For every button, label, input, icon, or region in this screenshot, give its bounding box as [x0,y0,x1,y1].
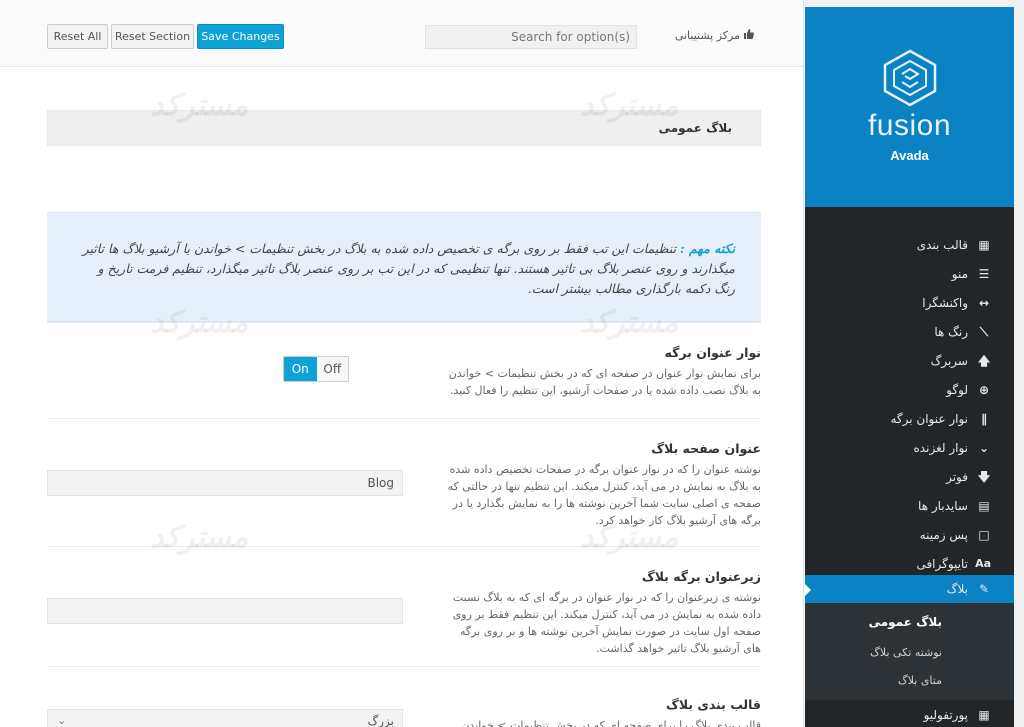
sidebar-icon: ▤ [978,499,990,513]
option-row-page-title-bar: نوار عنوان برگه برای نمایش نوار عنوان در… [47,322,761,418]
toggle-on-option[interactable]: On [284,357,317,381]
option-title: قالب بندی بلاگ [666,697,761,712]
support-center-link[interactable]: مرکز پشتیبانی [675,29,754,42]
grid-icon: ▦ [978,708,990,722]
nav-item-label: تایپوگرافی [916,557,968,571]
thumbs-up-icon [744,29,754,42]
options-panel: Reset All Reset Section Save Changes (Se… [0,0,804,727]
nav-item-footer[interactable]: 🡇 فوتر [805,463,1014,492]
option-description: نوشته عنوان را که در نوار عنوان برگه در … [447,463,761,527]
blog-subtitle-input[interactable] [47,598,403,624]
section-heading: بلاگ عمومی [47,110,761,146]
nav-item-label: رنگ ها [934,325,968,339]
nav-item-label: پورتفولیو [923,708,968,722]
product-name: Avada [890,148,929,163]
toggle-off-option[interactable]: Off [316,357,348,381]
nav-item-responsive[interactable]: ↔ واکنشگرا [805,289,1014,318]
edit-icon: ✎ [978,582,990,596]
fusion-logo-icon [883,49,937,107]
notice-text: تنظیمات این تب فقط بر روی برگه ی تخصیص د… [82,241,735,296]
option-title: نوار عنوان برگه [664,345,761,360]
support-center-label: مرکز پشتیبانی [674,29,740,42]
save-changes-button[interactable]: Save Changes [197,24,284,49]
chevron-down-icon: ⌄ [57,714,67,727]
nav-item-background[interactable]: □ پس زمینه [805,521,1014,550]
typography-icon: Aa [975,557,991,570]
option-title: زیرعنوان برگه بلاگ [641,569,761,584]
nav-item-colors[interactable]: ⟋ رنگ ها [805,318,1014,347]
blog-layout-value: بزرگ [367,714,395,727]
nav-item-blog[interactable]: ✎ بلاگ [804,575,1014,604]
nav-item-page-title-bar[interactable]: ∥ نوار عنوان برگه [805,405,1014,434]
nav-item-label: بلاگ [946,582,968,596]
submenu-item-general-blog[interactable]: بلاگ عمومی [869,615,942,629]
options-header: Reset All Reset Section Save Changes (Se… [0,0,803,67]
option-title: عنوان صفحه بلاگ [651,441,761,456]
option-description: نوشته ی زیرعنوان را که در نوار عنوان در … [452,591,761,655]
nav-item-slider[interactable]: ⌄ نوار لغزنده [805,434,1014,463]
brand-name: fusion [867,109,952,142]
nav-item-label: نوار عنوان برگه [890,412,968,426]
page-title-bar-toggle[interactable]: On Off [283,356,349,382]
submenu-item-single-post[interactable]: نوشته تکی بلاگ [870,646,942,659]
nav-item-label: لوگو [946,383,968,397]
option-description: برای نمایش نوار عنوان در صفحه ای که در ب… [448,367,761,397]
layout-icon: ▦ [978,238,990,252]
reset-all-button[interactable]: Reset All [47,24,108,49]
plus-circle-icon: ⊕ [978,383,990,397]
sliders-icon: ∥ [981,412,987,426]
reset-section-button[interactable]: Reset Section [111,24,194,49]
option-description: قالب بندی بلاگ را برای صفحه ای که در بخش… [461,719,761,727]
nav-item-layout[interactable]: ▦ قالب بندی [805,231,1014,260]
footer-arrow-icon: 🡇 [977,470,991,484]
menu-icon: ☰ [978,267,990,281]
nav-item-portfolio[interactable]: ▦ پورتفولیو [805,701,1014,727]
nav-item-label: منو [951,267,968,281]
nav-item-label: نوار لغزنده [913,441,968,455]
brush-icon: ⟋ [979,325,989,339]
nav-item-sidebars[interactable]: ▤ سایدبار ها [805,492,1014,521]
search-options-input[interactable]: (Search for option(s [425,25,637,49]
nav-item-label: واکنشگرا [922,296,968,310]
blog-layout-select[interactable]: بزرگ ⌄ [47,709,403,727]
nav-item-label: سایدبار ها [918,499,968,513]
section-title: بلاگ عمومی [658,121,732,135]
notice-label: نکته مهم : [680,241,735,256]
nav-item-label: فوتر [946,470,968,484]
nav-item-label: قالب بندی [916,238,968,252]
options-sidebar: fusion Avada ▦ قالب بندی ☰ منو ↔ واکنشگر… [804,7,1014,727]
nav-item-label: سربرگ [930,354,968,368]
chevron-down-icon: ⌄ [978,441,990,455]
blog-submenu: بلاگ عمومی نوشته تکی بلاگ متای بلاگ [805,603,1014,700]
nav-item-menu[interactable]: ☰ منو [805,260,1014,289]
responsive-icon: ↔ [978,296,990,310]
header-arrow-icon: 🡅 [977,354,991,368]
blog-title-input[interactable]: Blog [47,470,403,496]
nav-item-label: پس زمینه [919,528,968,542]
important-notice: نکته مهم : تنظیمات این تب فقط بر روی برگ… [47,212,761,322]
submenu-item-blog-meta[interactable]: متای بلاگ [898,674,942,687]
monitor-icon: □ [978,528,990,542]
nav-item-logo[interactable]: ⊕ لوگو [805,376,1014,405]
nav-item-header[interactable]: 🡅 سربرگ [805,347,1014,376]
brand-area: fusion Avada [805,7,1014,207]
